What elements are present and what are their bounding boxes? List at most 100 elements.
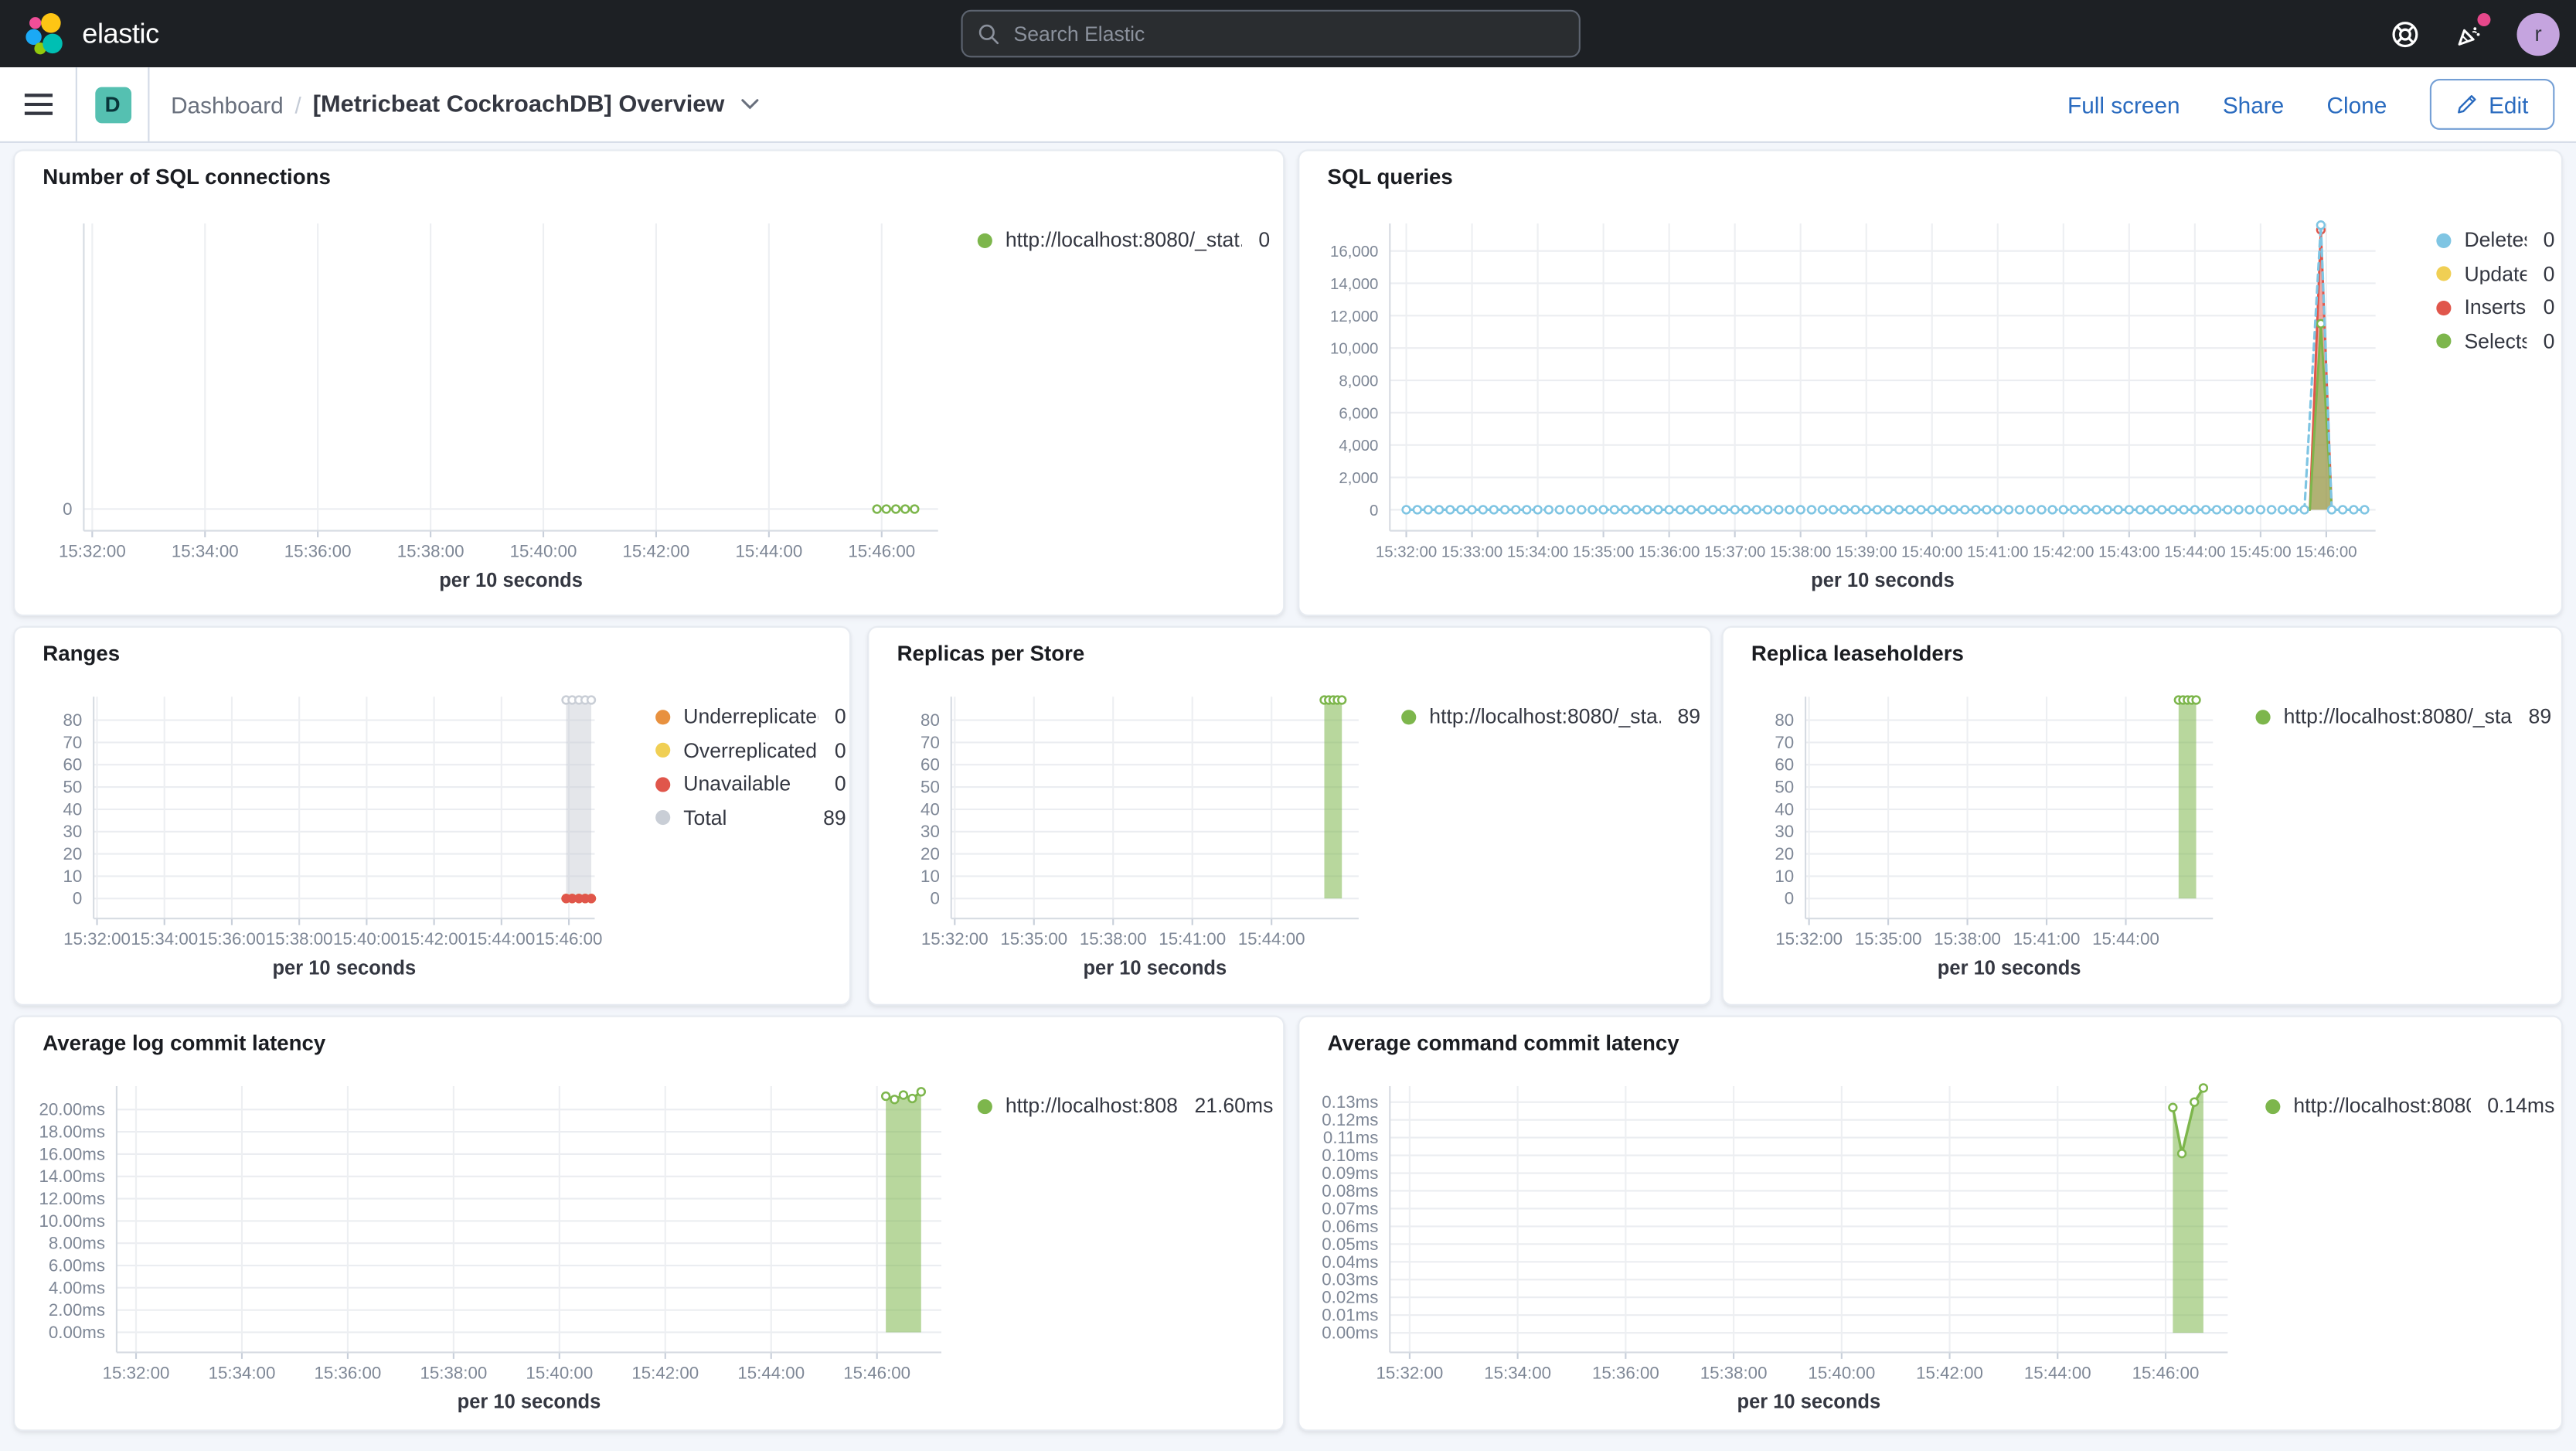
svg-text:6,000: 6,000	[1339, 405, 1378, 422]
svg-text:15:32:00: 15:32:00	[103, 1363, 170, 1382]
chart-legend: http://localhost:8080/_sta... 89	[2255, 704, 2552, 741]
svg-text:15:36:00: 15:36:00	[284, 542, 352, 561]
legend-series-label: Selects	[2464, 331, 2527, 352]
space-switcher[interactable]: D	[77, 67, 150, 141]
legend-item[interactable]: Overreplicated 0	[655, 741, 846, 761]
svg-text:16,000: 16,000	[1330, 244, 1378, 261]
legend-item[interactable]: Total 89	[655, 808, 846, 829]
chart-legend: Underreplicated 0 Overreplicated 0 Unavailab…	[655, 707, 846, 841]
top-navigation-bar: elastic Search Elastic r	[0, 0, 2576, 68]
pencil-icon	[2457, 95, 2476, 114]
legend-series-dot	[655, 810, 671, 826]
legend-item[interactable]: Selects 0	[2436, 331, 2554, 352]
svg-text:15:46:00: 15:46:00	[843, 1363, 910, 1382]
svg-text:0.12ms: 0.12ms	[1322, 1110, 1378, 1129]
panel-ranges: Ranges 0 10 20 30 40 50 60 70 80 15:32:00 15:34:00…	[13, 625, 852, 1006]
global-search[interactable]	[961, 9, 1581, 58]
svg-text:15:42:00: 15:42:00	[400, 929, 468, 949]
page-title: [Metricbeat CockroachDB] Overview	[312, 90, 725, 118]
svg-text:60: 60	[1775, 755, 1794, 775]
svg-text:30: 30	[1775, 822, 1794, 841]
svg-text:15:40:00: 15:40:00	[526, 1363, 593, 1382]
chart-canvas: 0.00ms 2.00ms 4.00ms 6.00ms 8.00ms 10.00ms 12.…	[15, 1017, 1283, 1430]
legend-item[interactable]: http://localhost:8080... 0.14ms	[2265, 1096, 2554, 1117]
search-icon	[978, 23, 999, 44]
svg-text:50: 50	[63, 778, 82, 797]
svg-text:per 10 seconds: per 10 seconds	[1083, 958, 1227, 979]
legend-series-label: Inserts	[2464, 297, 2527, 318]
legend-series-label: Underreplicated	[683, 707, 818, 727]
breadcrumb: Dashboard / [Metricbeat CockroachDB] Ove…	[171, 91, 759, 118]
svg-text:15:38:00: 15:38:00	[1934, 929, 2001, 949]
elastic-logo[interactable]: elastic	[0, 11, 159, 57]
svg-text:0.13ms: 0.13ms	[1322, 1092, 1378, 1112]
news-feed-icon[interactable]	[2453, 12, 2491, 50]
chart-legend: http://localhost:8080/_stat... 0	[977, 230, 1270, 264]
legend-series-label: http://localhost:8080/_sta...	[2283, 707, 2513, 727]
legend-item[interactable]: http://localhost:8080/_stat... 0	[977, 230, 1270, 251]
svg-text:10.00ms: 10.00ms	[39, 1211, 106, 1231]
legend-item[interactable]: Deletes 0	[2436, 230, 2554, 251]
svg-text:0.00ms: 0.00ms	[49, 1323, 105, 1342]
menu-icon[interactable]	[0, 67, 77, 141]
user-avatar[interactable]: r	[2516, 12, 2560, 56]
svg-text:per 10 seconds: per 10 seconds	[1737, 1391, 1880, 1413]
edit-button-label: Edit	[2489, 90, 2529, 118]
svg-text:0.06ms: 0.06ms	[1322, 1217, 1378, 1236]
svg-text:0.00ms: 0.00ms	[1322, 1323, 1378, 1343]
svg-text:15:42:00: 15:42:00	[1916, 1363, 1983, 1382]
legend-series-value: 89	[823, 806, 846, 829]
legend-item[interactable]: Updates 0	[2436, 264, 2554, 284]
chevron-down-icon[interactable]	[741, 99, 759, 111]
svg-text:0.08ms: 0.08ms	[1322, 1181, 1378, 1201]
svg-text:15:42:00: 15:42:00	[623, 542, 690, 561]
clone-button[interactable]: Clone	[2327, 91, 2387, 118]
svg-text:15:44:00: 15:44:00	[1238, 929, 1305, 949]
svg-text:40: 40	[1775, 799, 1794, 819]
svg-text:per 10 seconds: per 10 seconds	[1811, 570, 1955, 591]
chart-canvas: 0 2,000 4,000 6,000 8,000 10,000 12,000 14,000 1…	[1299, 152, 2561, 615]
full-screen-button[interactable]: Full screen	[2067, 91, 2180, 118]
svg-text:15:36:00: 15:36:00	[315, 1363, 382, 1382]
legend-series-dot	[977, 233, 992, 248]
svg-text:15:33:00: 15:33:00	[1441, 544, 1502, 561]
legend-series-label: Overreplicated	[683, 740, 818, 761]
legend-series-dot	[2255, 709, 2271, 724]
legend-item[interactable]: Inserts 0	[2436, 298, 2554, 318]
svg-text:10: 10	[63, 867, 82, 886]
legend-series-dot	[655, 743, 671, 758]
chart-legend: http://localhost:808... 21.60ms	[977, 1094, 1274, 1130]
svg-text:20.00ms: 20.00ms	[39, 1100, 106, 1119]
legend-item[interactable]: http://localhost:8080/_sta... 89	[2255, 704, 2552, 728]
legend-series-value: 21.60ms	[1194, 1094, 1274, 1118]
brand-wordmark: elastic	[82, 17, 159, 49]
svg-text:0.01ms: 0.01ms	[1322, 1306, 1378, 1325]
svg-text:15:36:00: 15:36:00	[1638, 544, 1700, 561]
legend-item[interactable]: Unavailable 0	[655, 774, 846, 795]
svg-text:70: 70	[920, 733, 940, 752]
svg-text:15:44:00: 15:44:00	[735, 542, 802, 561]
legend-series-value: 89	[2528, 704, 2552, 728]
edit-button[interactable]: Edit	[2429, 79, 2555, 130]
svg-text:15:44:00: 15:44:00	[737, 1363, 805, 1382]
search-input[interactable]	[1013, 22, 1564, 46]
help-icon[interactable]	[2389, 17, 2422, 50]
legend-series-dot	[2436, 266, 2452, 282]
svg-text:14,000: 14,000	[1330, 276, 1378, 293]
svg-text:12.00ms: 12.00ms	[39, 1189, 106, 1208]
legend-item[interactable]: http://localhost:808... 21.60ms	[977, 1094, 1274, 1118]
legend-item[interactable]: Underreplicated 0	[655, 707, 846, 727]
svg-text:15:39:00: 15:39:00	[1836, 544, 1897, 561]
legend-series-label: Total	[683, 807, 727, 829]
svg-text:80: 80	[63, 710, 82, 730]
svg-text:15:36:00: 15:36:00	[1592, 1363, 1659, 1382]
svg-text:20: 20	[920, 844, 940, 863]
svg-text:15:40:00: 15:40:00	[510, 542, 577, 561]
svg-text:per 10 seconds: per 10 seconds	[272, 958, 416, 979]
share-button[interactable]: Share	[2223, 91, 2284, 118]
legend-item[interactable]: http://localhost:8080/_sta... 89	[1401, 707, 1700, 727]
svg-text:15:42:00: 15:42:00	[2033, 544, 2094, 561]
svg-text:15:41:00: 15:41:00	[1967, 544, 2028, 561]
breadcrumb-dashboard-link[interactable]: Dashboard	[171, 91, 284, 118]
legend-series-value: 0	[2543, 262, 2555, 285]
